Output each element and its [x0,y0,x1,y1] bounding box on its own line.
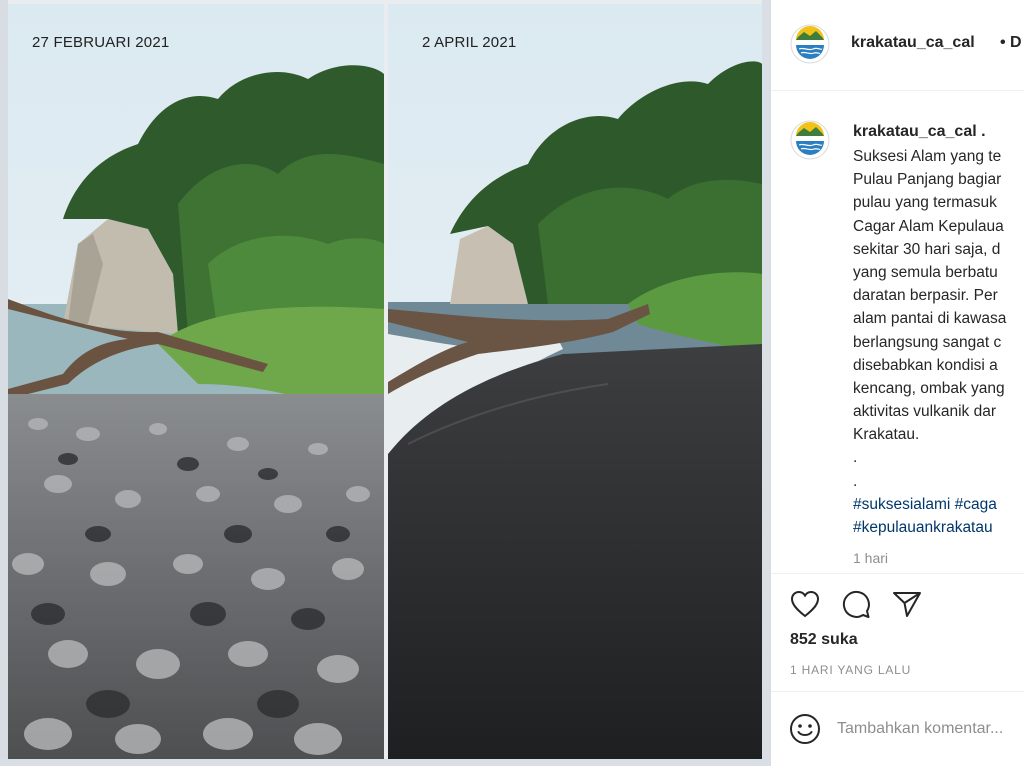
post-media[interactable]: 27 FEBRUARI 2021 2 APRIL 2021 [0,0,770,766]
share-button[interactable] [889,586,925,622]
profile-logo-icon [790,120,830,160]
action-bar [771,586,1024,626]
smiley-icon [790,714,820,744]
photo-date-label: 2 APRIL 2021 [422,34,517,51]
caption-line: berlangsung sangat c [853,333,1002,351]
comment-button[interactable] [838,586,874,622]
emoji-button[interactable] [788,712,822,746]
post-sidebar: krakatau_ca_cal • D krakatau_ca_cal . Su… [770,0,1024,766]
caption-line: aktivitas vulkanik dar [853,403,997,421]
send-icon [893,592,921,617]
hashtag-link[interactable]: #suksesialami #caga [853,493,1024,516]
caption-line: . [853,449,858,467]
caption-line: Suksesi Alam yang te [853,148,1002,165]
media-frame-left [0,0,8,766]
caption-section: krakatau_ca_cal . Suksesi Alam yang te P… [771,92,1024,574]
caption-line: alam pantai di kawasa [853,310,1007,328]
rocky-beach-image [8,4,384,759]
profile-logo-icon [790,24,830,64]
caption-line: disebabkan kondisi a [853,356,998,374]
media-frame-right [762,0,770,766]
caption-line: Cagar Alam Kepulaua [853,217,1004,235]
comment-icon [842,590,870,618]
photo-date-label: 27 FEBRUARI 2021 [32,34,170,51]
likes-count[interactable]: 852 suka [790,631,858,649]
caption-timestamp[interactable]: 1 hari [853,550,888,566]
caption-line: Pulau Panjang bagiar [853,171,1002,189]
media-frame-bottom [0,759,770,766]
header-username[interactable]: krakatau_ca_cal [851,34,975,52]
photo-before: 27 FEBRUARI 2021 [8,4,384,759]
comment-input[interactable] [837,716,1024,742]
avatar[interactable] [790,120,830,160]
caption-line: sekitar 30 hari saja, d [853,240,1001,258]
caption-line: yang semula berbatu [853,263,998,281]
comment-composer [771,691,1024,766]
caption-username[interactable]: krakatau_ca_cal . [853,123,986,141]
caption-line: . [853,472,858,490]
caption-text: Suksesi Alam yang te Pulau Panjang bagia… [853,145,1024,539]
caption-line: pulau yang termasuk [853,194,997,212]
caption-line: daratan berpasir. Per [853,287,998,305]
caption-line: Krakatau. [853,426,920,444]
hashtag-link[interactable]: #kepulauankrakatau [853,516,1024,539]
follow-button[interactable]: • D [1000,34,1022,52]
heart-icon [790,590,820,618]
photo-after: 2 APRIL 2021 [388,4,762,759]
caption-line: kencang, ombak yang [853,379,1005,397]
avatar[interactable] [790,24,830,64]
post-timestamp: 1 HARI YANG LALU [790,663,912,677]
like-button[interactable] [787,586,823,622]
sandy-beach-image [388,4,762,759]
post-header: krakatau_ca_cal • D [771,0,1024,91]
